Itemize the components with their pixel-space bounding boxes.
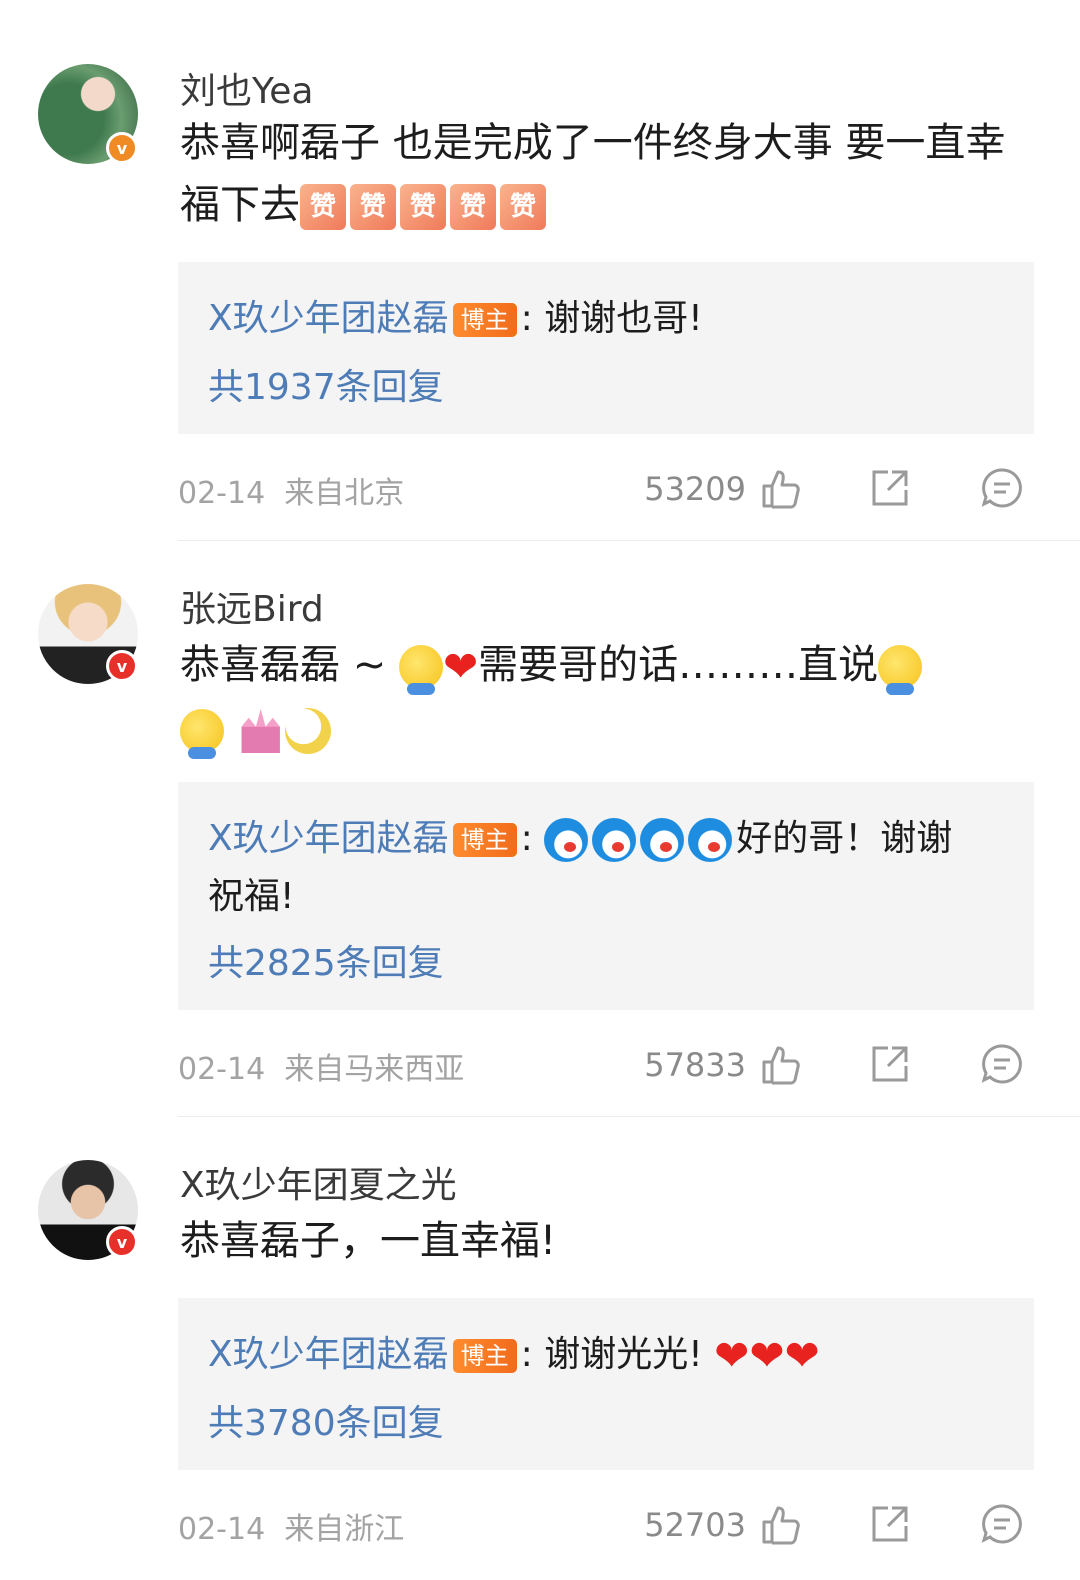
divider <box>178 1116 1080 1117</box>
hug-emoji-icon <box>180 709 224 759</box>
comment-date: 02-14 <box>178 1052 266 1087</box>
heart-icon: ❤ <box>784 1331 820 1380</box>
reply-count-link[interactable]: 共3780条回复 <box>208 1394 444 1446</box>
share-icon[interactable] <box>868 1502 912 1546</box>
comment-location: 来自马来西亚 <box>284 1052 465 1087</box>
username[interactable]: 刘也Yea <box>180 62 313 114</box>
zan-emoji-icon: 赞 <box>450 184 496 230</box>
divider <box>178 540 1080 541</box>
reply-preview[interactable]: X玖少年团赵磊 博主: 谢谢光光! ❤❤❤ 共3780条回复 <box>178 1298 1034 1470</box>
doraemon-emoji-icon <box>688 818 733 862</box>
comment-date: 02-14 <box>178 476 266 511</box>
comment-item: v 张远Bird 恭喜磊磊 ~ ❤需要哥的话………直说 X玖少年团赵磊 博主: 好… <box>0 584 1080 1114</box>
verified-badge-icon: v <box>106 132 138 164</box>
reply-line: X玖少年团赵磊 博主: 好的哥！谢谢 <box>208 810 952 868</box>
share-icon[interactable] <box>868 1042 912 1086</box>
comment-location: 来自浙江 <box>284 1512 405 1547</box>
verified-badge-icon: v <box>106 650 138 682</box>
zan-emoji-icon: 赞 <box>350 184 396 230</box>
host-tag: 博主 <box>452 1339 517 1373</box>
comment-date: 02-14 <box>178 1512 266 1547</box>
comment-icon[interactable] <box>980 1042 1024 1086</box>
comment-text-body: 需要哥的话………直说 <box>478 642 879 688</box>
laugh-emoji-icon <box>284 708 331 754</box>
comment-icon[interactable] <box>980 466 1024 510</box>
comment-location: 来自北京 <box>284 476 405 511</box>
host-tag: 博主 <box>452 823 517 857</box>
verified-badge-icon: v <box>106 1226 138 1258</box>
comment-text: 恭喜磊磊 ~ ❤需要哥的话………直说 <box>180 634 1020 760</box>
like-icon[interactable] <box>758 466 802 510</box>
reply-line: X玖少年团赵磊 博主: 谢谢光光! ❤❤❤ <box>208 1326 820 1385</box>
hug-emoji-icon <box>398 645 443 695</box>
reply-author[interactable]: X玖少年团赵磊 <box>208 298 449 339</box>
reply-line: X玖少年团赵磊 博主: 谢谢也哥! <box>208 290 703 348</box>
reply-preview[interactable]: X玖少年团赵磊 博主: 谢谢也哥! 共1937条回复 <box>178 262 1034 434</box>
comment-meta: 02-14 来自浙江 <box>178 1504 404 1548</box>
heart-icon: ❤ <box>442 642 479 691</box>
reply-text: 祝福! <box>208 876 295 917</box>
zan-emoji-icon: 赞 <box>500 184 546 230</box>
shrug-emoji-icon <box>878 645 923 695</box>
reply-author[interactable]: X玖少年团赵磊 <box>208 1334 449 1375</box>
username[interactable]: X玖少年团夏之光 <box>180 1156 457 1208</box>
like-count: 53209 <box>644 470 746 508</box>
heart-icon: ❤ <box>714 1331 750 1380</box>
zan-emoji-icon: 赞 <box>400 184 446 230</box>
like-count: 52703 <box>644 1506 746 1544</box>
doraemon-emoji-icon <box>592 818 637 862</box>
reply-count-link[interactable]: 共2825条回复 <box>208 934 444 986</box>
doraemon-emoji-icon <box>544 818 589 862</box>
comment-text-body: 恭喜磊磊 ~ <box>180 642 387 688</box>
comment-meta: 02-14 来自北京 <box>178 468 404 512</box>
zan-emoji-icon: 赞 <box>300 184 346 230</box>
heart-icon: ❤ <box>749 1331 785 1380</box>
like-icon[interactable] <box>758 1042 802 1086</box>
castle-emoji-icon <box>241 709 280 753</box>
reply-author[interactable]: X玖少年团赵磊 <box>208 818 449 859</box>
share-icon[interactable] <box>868 466 912 510</box>
comment-item: v 刘也Yea 恭喜啊磊子 也是完成了一件终身大事 要一直幸福下去赞赞赞赞赞 X… <box>0 64 1080 540</box>
like-icon[interactable] <box>758 1502 802 1546</box>
doraemon-emoji-icon <box>640 818 685 862</box>
comment-item: v X玖少年团夏之光 恭喜磊子，一直幸福! X玖少年团赵磊 博主: 谢谢光光! ❤… <box>0 1160 1080 1580</box>
reply-preview[interactable]: X玖少年团赵磊 博主: 好的哥！谢谢 祝福! 共2825条回复 <box>178 782 1034 1010</box>
host-tag: 博主 <box>452 303 517 337</box>
comment-text: 恭喜磊子，一直幸福! <box>180 1210 1020 1272</box>
reply-text: 好的哥！谢谢 <box>736 818 953 859</box>
username[interactable]: 张远Bird <box>180 580 324 632</box>
comment-icon[interactable] <box>980 1502 1024 1546</box>
reply-text: : 谢谢也哥! <box>520 298 703 339</box>
reply-text: : 谢谢光光! <box>520 1334 703 1375</box>
comment-text: 恭喜啊磊子 也是完成了一件终身大事 要一直幸福下去赞赞赞赞赞 <box>180 112 1020 236</box>
comment-text-body: 恭喜磊子，一直幸福! <box>180 1218 557 1264</box>
reply-count-link[interactable]: 共1937条回复 <box>208 358 444 410</box>
comment-meta: 02-14 来自马来西亚 <box>178 1044 464 1088</box>
like-count: 57833 <box>644 1046 746 1084</box>
reply-line: 祝福! <box>208 868 294 926</box>
